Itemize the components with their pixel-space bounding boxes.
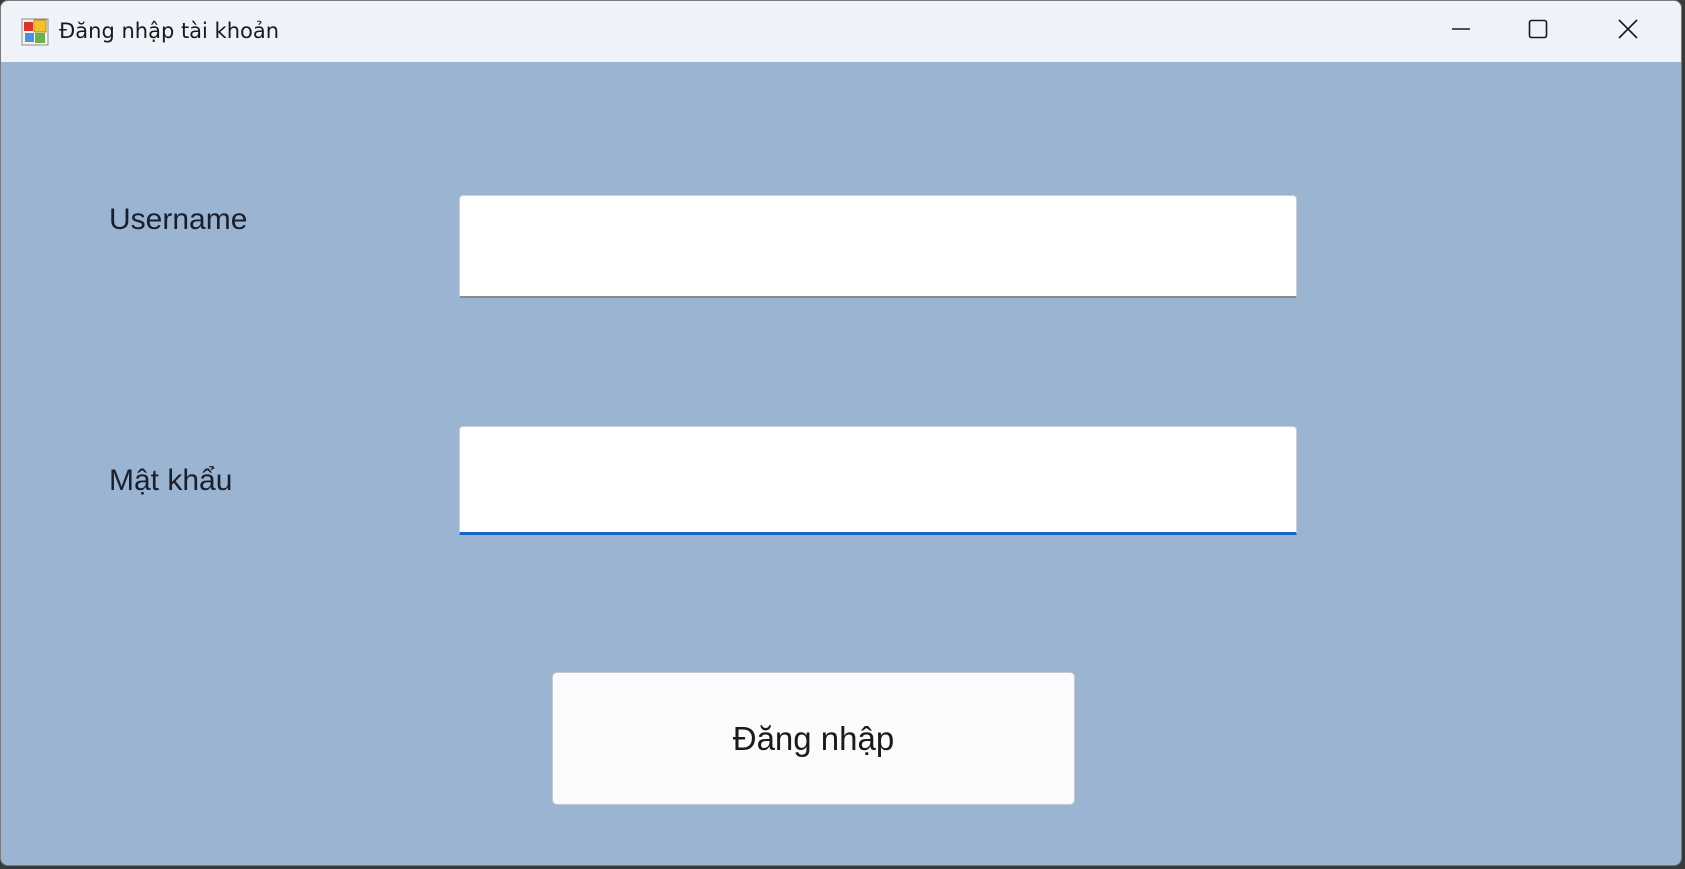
title-bar[interactable]: Đăng nhập tài khoản — [1, 1, 1681, 62]
login-window: Đăng nhập tài khoản Username Mật khẩu Đă… — [0, 0, 1682, 866]
login-button[interactable]: Đăng nhập — [552, 672, 1075, 805]
window-title: Đăng nhập tài khoản — [59, 19, 280, 43]
maximize-icon — [1527, 18, 1549, 45]
username-label: Username — [109, 203, 248, 236]
app-icon — [21, 18, 49, 46]
minimize-icon — [1450, 18, 1472, 45]
close-icon — [1617, 18, 1639, 45]
password-label: Mật khẩu — [109, 464, 233, 497]
maximize-button[interactable] — [1492, 1, 1584, 62]
password-input[interactable] — [459, 426, 1297, 535]
username-input[interactable] — [459, 195, 1297, 298]
close-button[interactable] — [1582, 1, 1674, 62]
